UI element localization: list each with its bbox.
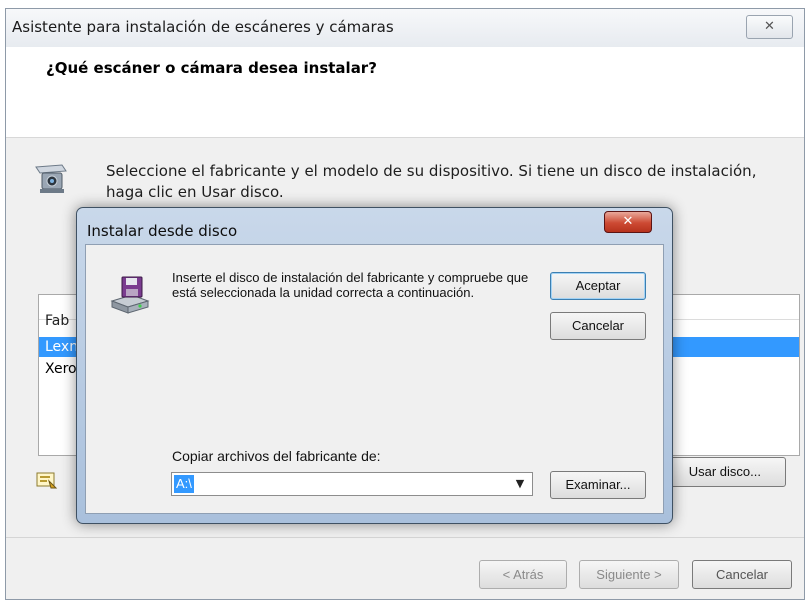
install-from-disk-dialog: Instalar desde disco ✕ Inserte el disco …	[76, 207, 673, 524]
close-icon: ✕	[622, 214, 634, 229]
list-column-header-manufacturer[interactable]: Fab	[45, 313, 69, 329]
wizard-heading: ¿Qué escáner o cámara desea instalar?	[46, 59, 377, 77]
dialog-title: Instalar desde disco	[87, 222, 238, 240]
copy-from-value[interactable]: A:\	[174, 475, 194, 493]
dialog-message: Inserte el disco de instalación del fabr…	[172, 270, 529, 300]
copy-from-combobox[interactable]: A:\ ▼	[171, 472, 533, 496]
dialog-close-button[interactable]: ✕	[604, 211, 652, 233]
info-card-icon	[36, 472, 58, 489]
footer-divider	[6, 537, 804, 538]
close-icon: ✕	[764, 19, 775, 34]
dropdown-arrow-icon[interactable]: ▼	[512, 477, 528, 490]
browse-button[interactable]: Examinar...	[550, 471, 646, 499]
wizard-header: ¿Qué escáner o cámara desea instalar?	[6, 47, 804, 138]
back-button[interactable]: < Atrás	[479, 560, 567, 589]
have-disk-label: Usar disco...	[688, 464, 761, 479]
wizard-cancel-button[interactable]: Cancelar	[692, 560, 792, 589]
wizard-close-button[interactable]: ✕	[746, 15, 793, 39]
copy-from-label: Copiar archivos del fabricante de:	[172, 448, 381, 464]
next-button[interactable]: Siguiente >	[579, 560, 679, 589]
wizard-title-bar: Asistente para instalación de escáneres …	[6, 9, 804, 47]
wizard-title: Asistente para instalación de escáneres …	[12, 18, 394, 36]
accept-button[interactable]: Aceptar	[550, 272, 646, 300]
disk-drive-icon	[110, 276, 150, 314]
dialog-cancel-button[interactable]: Cancelar	[550, 312, 646, 340]
scanner-camera-icon	[35, 164, 67, 193]
dialog-body: Inserte el disco de instalación del fabr…	[85, 244, 664, 514]
wizard-instruction: Seleccione el fabricante y el modelo de …	[106, 162, 757, 201]
